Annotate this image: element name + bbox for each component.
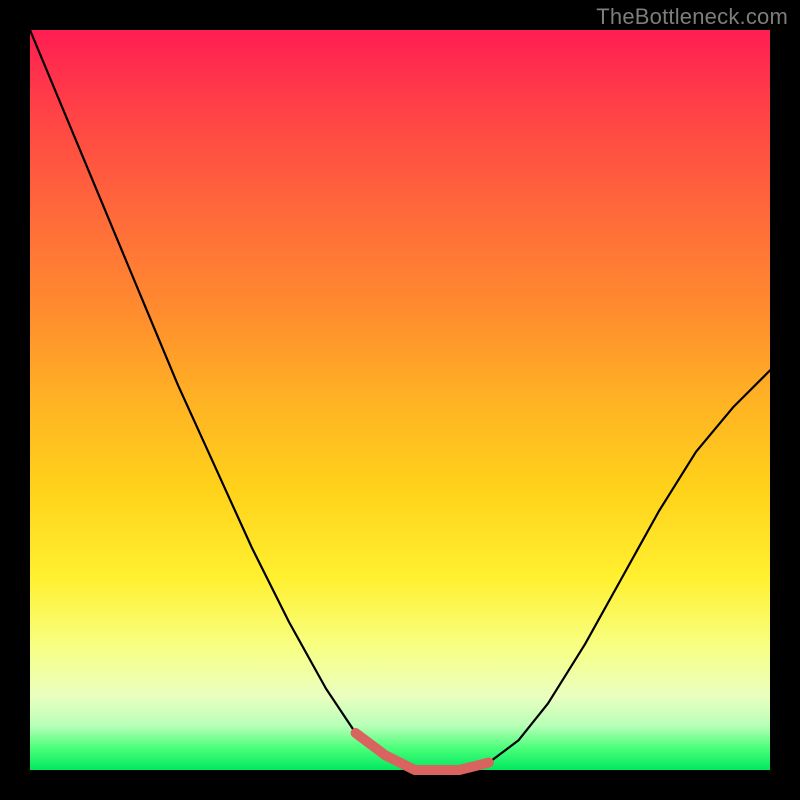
accent-segment [356,733,489,770]
watermark-text: TheBottleneck.com [596,4,788,30]
chart-frame: TheBottleneck.com [0,0,800,800]
bottleneck-curve [30,30,770,770]
curve-svg [30,30,770,770]
plot-area [30,30,770,770]
